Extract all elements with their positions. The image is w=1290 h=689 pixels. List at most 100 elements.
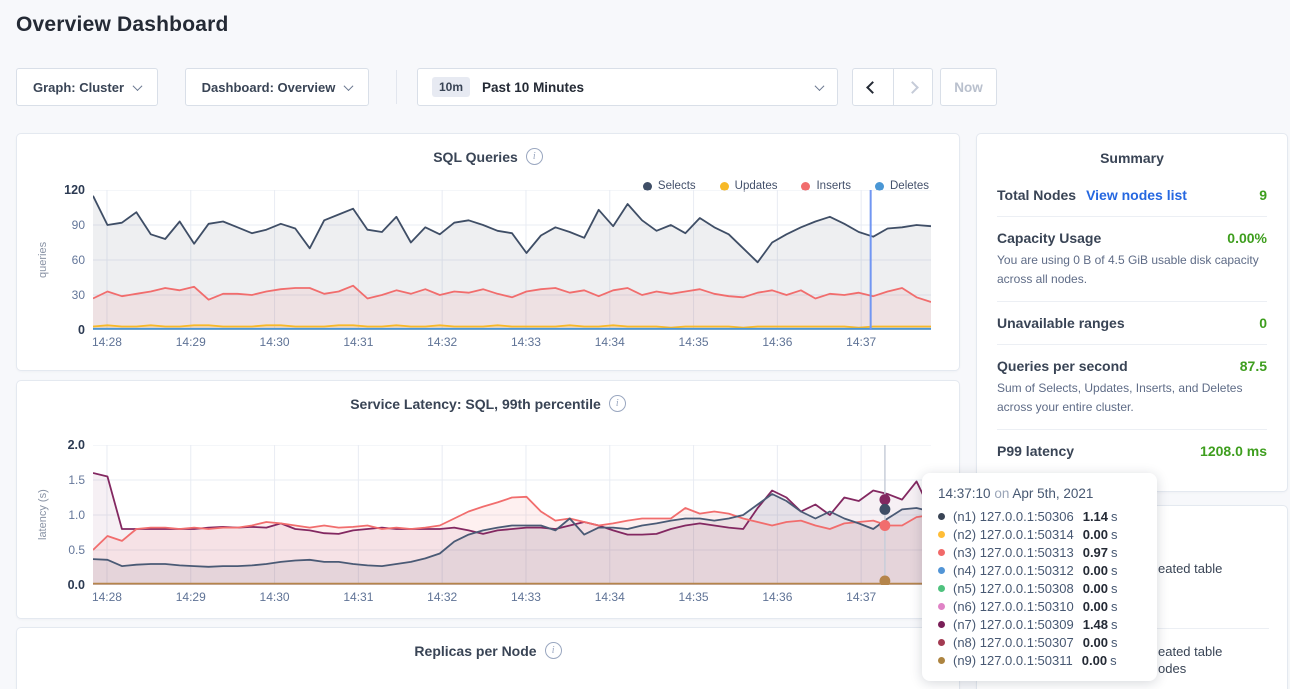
- x-tick-label: 14:31: [343, 335, 373, 349]
- capacity-usage-label: Capacity Usage: [997, 230, 1101, 246]
- unavailable-ranges-label: Unavailable ranges: [997, 315, 1125, 331]
- summary-row-qps: Queries per second 87.5 Sum of Selects, …: [997, 345, 1267, 430]
- sql-queries-title: SQL Queries: [433, 149, 518, 165]
- node-color-dot: [938, 603, 945, 610]
- tooltip-row: (n7) 127.0.0.1:503091.48s: [938, 615, 1141, 633]
- node-color-dot: [938, 657, 945, 664]
- node-color-dot: [938, 549, 945, 556]
- node-latency-value: 1.14: [1083, 509, 1108, 524]
- chevron-left-icon: [866, 81, 879, 94]
- y-tick-label: 0.0: [68, 578, 85, 592]
- y-tick-label: 120: [64, 183, 85, 197]
- y-axis-label: queries: [35, 190, 51, 330]
- node-color-dot: [938, 639, 945, 646]
- node-address: (n8) 127.0.0.1:50307: [953, 635, 1074, 650]
- tooltip-row: (n9) 127.0.0.1:503110.00s: [938, 651, 1141, 669]
- unavailable-ranges-value: 0: [1259, 315, 1267, 331]
- node-latency-value: 0.00: [1083, 581, 1108, 596]
- tooltip-row: (n2) 127.0.0.1:503140.00s: [938, 525, 1141, 543]
- info-icon[interactable]: i: [545, 642, 562, 659]
- p99-latency-label: P99 latency: [997, 443, 1074, 459]
- sql-queries-chart[interactable]: [93, 190, 931, 330]
- info-icon[interactable]: i: [526, 148, 543, 165]
- tooltip-row: (n1) 127.0.0.1:503061.14s: [938, 507, 1141, 525]
- tooltip-row: (n6) 127.0.0.1:503100.00s: [938, 597, 1141, 615]
- total-nodes-label: Total Nodes: [997, 187, 1076, 203]
- capacity-usage-desc: You are using 0 B of 4.5 GiB usable disk…: [997, 251, 1267, 288]
- node-address: (n1) 127.0.0.1:50306: [953, 509, 1074, 524]
- view-nodes-list-link[interactable]: View nodes list: [1086, 187, 1187, 203]
- y-tick-label: 1.0: [68, 508, 85, 522]
- x-tick-label: 14:29: [176, 335, 206, 349]
- x-tick-label: 14:35: [679, 335, 709, 349]
- tooltip-row: (n3) 127.0.0.1:503130.97s: [938, 543, 1141, 561]
- chevron-down-icon: [133, 81, 143, 91]
- dashboard-dropdown-label: Dashboard: Overview: [202, 80, 336, 95]
- chevron-down-icon: [344, 81, 354, 91]
- node-color-dot: [938, 621, 945, 628]
- info-icon[interactable]: i: [609, 395, 626, 412]
- x-tick-label: 14:37: [846, 590, 876, 604]
- time-next-button[interactable]: [893, 69, 933, 105]
- time-prev-button[interactable]: [853, 69, 893, 105]
- summary-row-p99: P99 latency 1208.0 ms: [997, 430, 1267, 472]
- latency-unit: s: [1111, 527, 1118, 542]
- y-tick-label: 1.5: [68, 473, 85, 487]
- event-text-fragment: odes: [1158, 661, 1186, 676]
- tooltip-timestamp: 14:37:10 on Apr 5th, 2021: [938, 486, 1141, 501]
- node-latency-value: 0.97: [1083, 545, 1108, 560]
- dashboard-dropdown[interactable]: Dashboard: Overview: [185, 68, 369, 106]
- node-latency-value: 0.00: [1083, 527, 1108, 542]
- y-axis-label: latency (s): [35, 445, 51, 585]
- service-latency-chart[interactable]: [93, 445, 931, 585]
- node-color-dot: [938, 531, 945, 538]
- chevron-down-icon: [815, 81, 825, 91]
- y-tick-label: 30: [72, 288, 85, 302]
- now-button[interactable]: Now: [940, 68, 997, 106]
- x-tick-label: 14:36: [762, 335, 792, 349]
- x-tick-label: 14:28: [92, 590, 122, 604]
- capacity-usage-value: 0.00%: [1227, 230, 1267, 246]
- summary-title: Summary: [977, 134, 1287, 174]
- node-latency-value: 0.00: [1083, 563, 1108, 578]
- x-tick-label: 14:36: [762, 590, 792, 604]
- x-tick-label: 14:32: [427, 590, 457, 604]
- time-range-dropdown[interactable]: 10m Past 10 Minutes: [417, 68, 838, 106]
- latency-unit: s: [1111, 599, 1118, 614]
- tooltip-row: (n8) 127.0.0.1:503070.00s: [938, 633, 1141, 651]
- node-color-dot: [938, 567, 945, 574]
- node-address: (n3) 127.0.0.1:50313: [953, 545, 1074, 560]
- summary-row-capacity: Capacity Usage 0.00% You are using 0 B o…: [997, 217, 1267, 302]
- y-axis-ticks: 0.00.51.01.52.0: [51, 445, 85, 585]
- tooltip-row: (n4) 127.0.0.1:503120.00s: [938, 561, 1141, 579]
- time-range-badge: 10m: [432, 77, 470, 97]
- x-tick-label: 14:35: [679, 590, 709, 604]
- graph-dropdown-label: Graph: Cluster: [33, 80, 124, 95]
- event-text-fragment: eated table: [1158, 561, 1222, 576]
- replicas-per-node-panel: Replicas per Node i: [16, 627, 960, 689]
- event-text-fragment: eated table: [1158, 644, 1222, 659]
- toolbar-divider: [396, 70, 397, 104]
- x-tick-label: 14:33: [511, 335, 541, 349]
- node-address: (n7) 127.0.0.1:50309: [953, 617, 1074, 632]
- y-tick-label: 2.0: [68, 438, 85, 452]
- latency-unit: s: [1111, 581, 1118, 596]
- y-tick-label: 90: [72, 218, 85, 232]
- x-tick-label: 14:28: [92, 335, 122, 349]
- y-tick-label: 0.5: [68, 543, 85, 557]
- node-latency-value: 0.00: [1083, 599, 1108, 614]
- summary-row-unavailable-ranges: Unavailable ranges 0: [997, 302, 1267, 345]
- tooltip-rows: (n1) 127.0.0.1:503061.14s(n2) 127.0.0.1:…: [938, 507, 1141, 669]
- node-address: (n5) 127.0.0.1:50308: [953, 581, 1074, 596]
- graph-dropdown[interactable]: Graph: Cluster: [16, 68, 158, 106]
- x-axis-ticks: 14:2814:2914:3014:3114:3214:3314:3414:35…: [93, 585, 931, 603]
- time-range-label: Past 10 Minutes: [482, 80, 584, 95]
- queries-per-second-label: Queries per second: [997, 358, 1128, 374]
- x-axis-ticks: 14:2814:2914:3014:3114:3214:3314:3414:35…: [93, 330, 931, 348]
- service-latency-panel: Service Latency: SQL, 99th percentile i …: [16, 380, 960, 619]
- y-tick-label: 0: [78, 323, 85, 337]
- latency-unit: s: [1111, 635, 1118, 650]
- x-tick-label: 14:34: [595, 590, 625, 604]
- node-latency-value: 1.48: [1083, 617, 1108, 632]
- x-tick-label: 14:31: [343, 590, 373, 604]
